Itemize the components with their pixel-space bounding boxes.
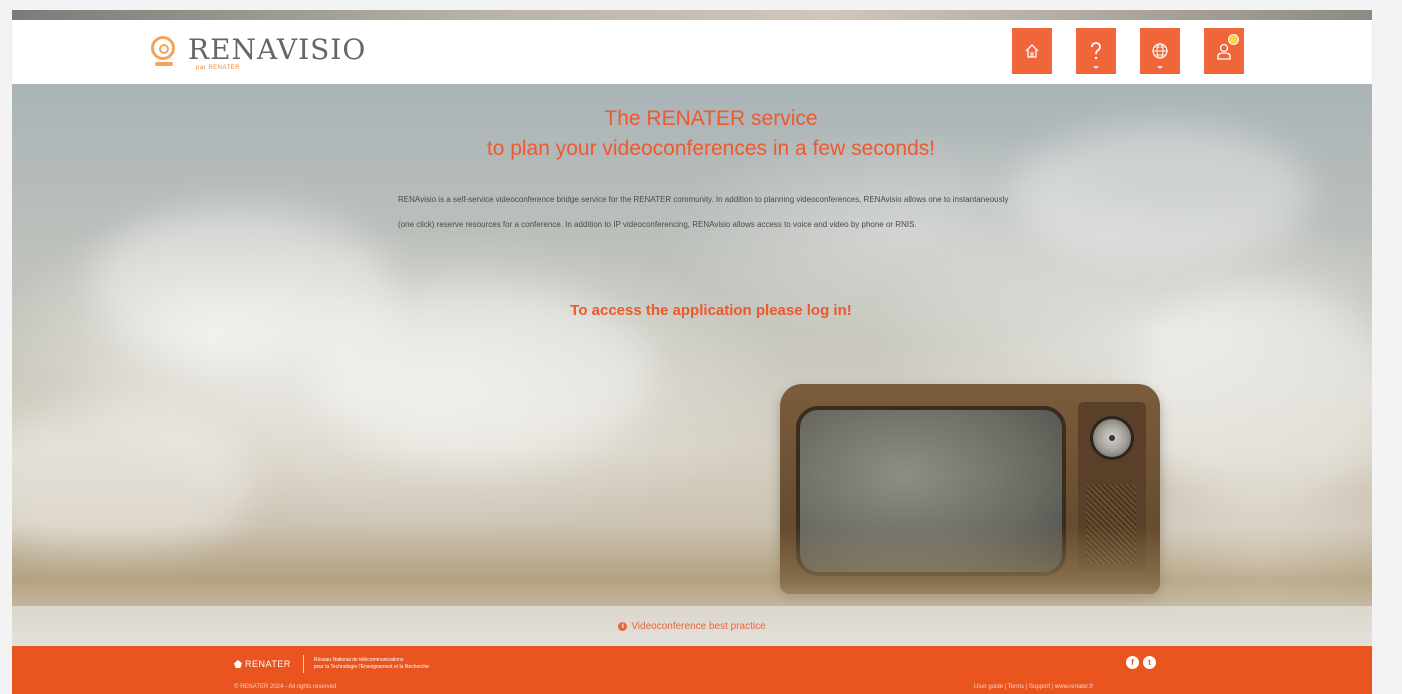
help-button[interactable] bbox=[1076, 28, 1116, 74]
hero-title-line1: The RENATER service bbox=[604, 107, 818, 130]
logo-subtext: par RENATER bbox=[196, 65, 241, 71]
top-strip bbox=[12, 10, 1372, 20]
facebook-icon[interactable]: f bbox=[1126, 656, 1139, 669]
hero-description: RENAvisio is a self-service videoconfere… bbox=[398, 192, 1038, 242]
hero-section: The RENATER service to plan your videoco… bbox=[12, 84, 1372, 646]
hero-title: The RENATER service to plan your videoco… bbox=[12, 104, 1372, 164]
webcam-logo-icon bbox=[150, 35, 180, 66]
chevron-down-icon bbox=[1157, 66, 1163, 69]
globe-icon bbox=[1152, 43, 1168, 59]
renater-logo[interactable]: RENATER bbox=[234, 659, 291, 669]
renater-logo-icon bbox=[234, 660, 242, 668]
footer-tagline-line2: pour la Technologie l'Enseignement et la… bbox=[313, 664, 429, 670]
best-practice-bar: i Videoconference best practice bbox=[12, 606, 1372, 646]
social-links: f t bbox=[1126, 656, 1156, 669]
info-icon: i bbox=[618, 621, 628, 631]
footer-links[interactable]: User guide | Terms | Support | www.renat… bbox=[974, 684, 1093, 690]
footer-tagline: Réseau National de télécommunications po… bbox=[314, 657, 429, 671]
best-practice-label: Videoconference best practice bbox=[631, 620, 766, 632]
notification-badge bbox=[1228, 34, 1239, 45]
user-button[interactable] bbox=[1204, 28, 1244, 74]
footer-tagline-line1: Réseau National de télécommunications bbox=[313, 657, 404, 663]
chevron-down-icon bbox=[1093, 66, 1099, 69]
language-button[interactable] bbox=[1140, 28, 1180, 74]
renater-logo-text: RENATER bbox=[245, 659, 291, 669]
description-paragraph: RENAvisio is a self-service videoconfere… bbox=[398, 195, 1009, 204]
footer-brand: RENATER Réseau National de télécommunica… bbox=[234, 655, 429, 673]
footer: RENATER Réseau National de télécommunica… bbox=[12, 646, 1372, 694]
description-paragraph: (one click) reserve resources for a conf… bbox=[398, 220, 917, 229]
footer-divider bbox=[302, 655, 304, 673]
question-icon bbox=[1091, 42, 1101, 60]
best-practice-link[interactable]: i Videoconference best practice bbox=[618, 620, 766, 632]
twitter-icon[interactable]: t bbox=[1143, 656, 1156, 669]
copyright: © RENATER 2024 - All rights reserved bbox=[234, 684, 337, 690]
login-prompt: To access the application please log in! bbox=[570, 302, 852, 319]
logo-text: RENAVISIO bbox=[188, 33, 367, 66]
home-icon bbox=[1025, 44, 1039, 58]
hero-title-line2: to plan your videoconferences in a few s… bbox=[486, 137, 936, 160]
header: RENAVISIO par RENATER bbox=[12, 20, 1372, 84]
page: RENAVISIO par RENATER The RENATER servic… bbox=[0, 0, 1402, 694]
home-button[interactable] bbox=[1012, 28, 1052, 74]
user-icon bbox=[1217, 43, 1231, 60]
header-nav bbox=[1012, 28, 1244, 74]
logo[interactable]: RENAVISIO par RENATER bbox=[150, 27, 366, 73]
